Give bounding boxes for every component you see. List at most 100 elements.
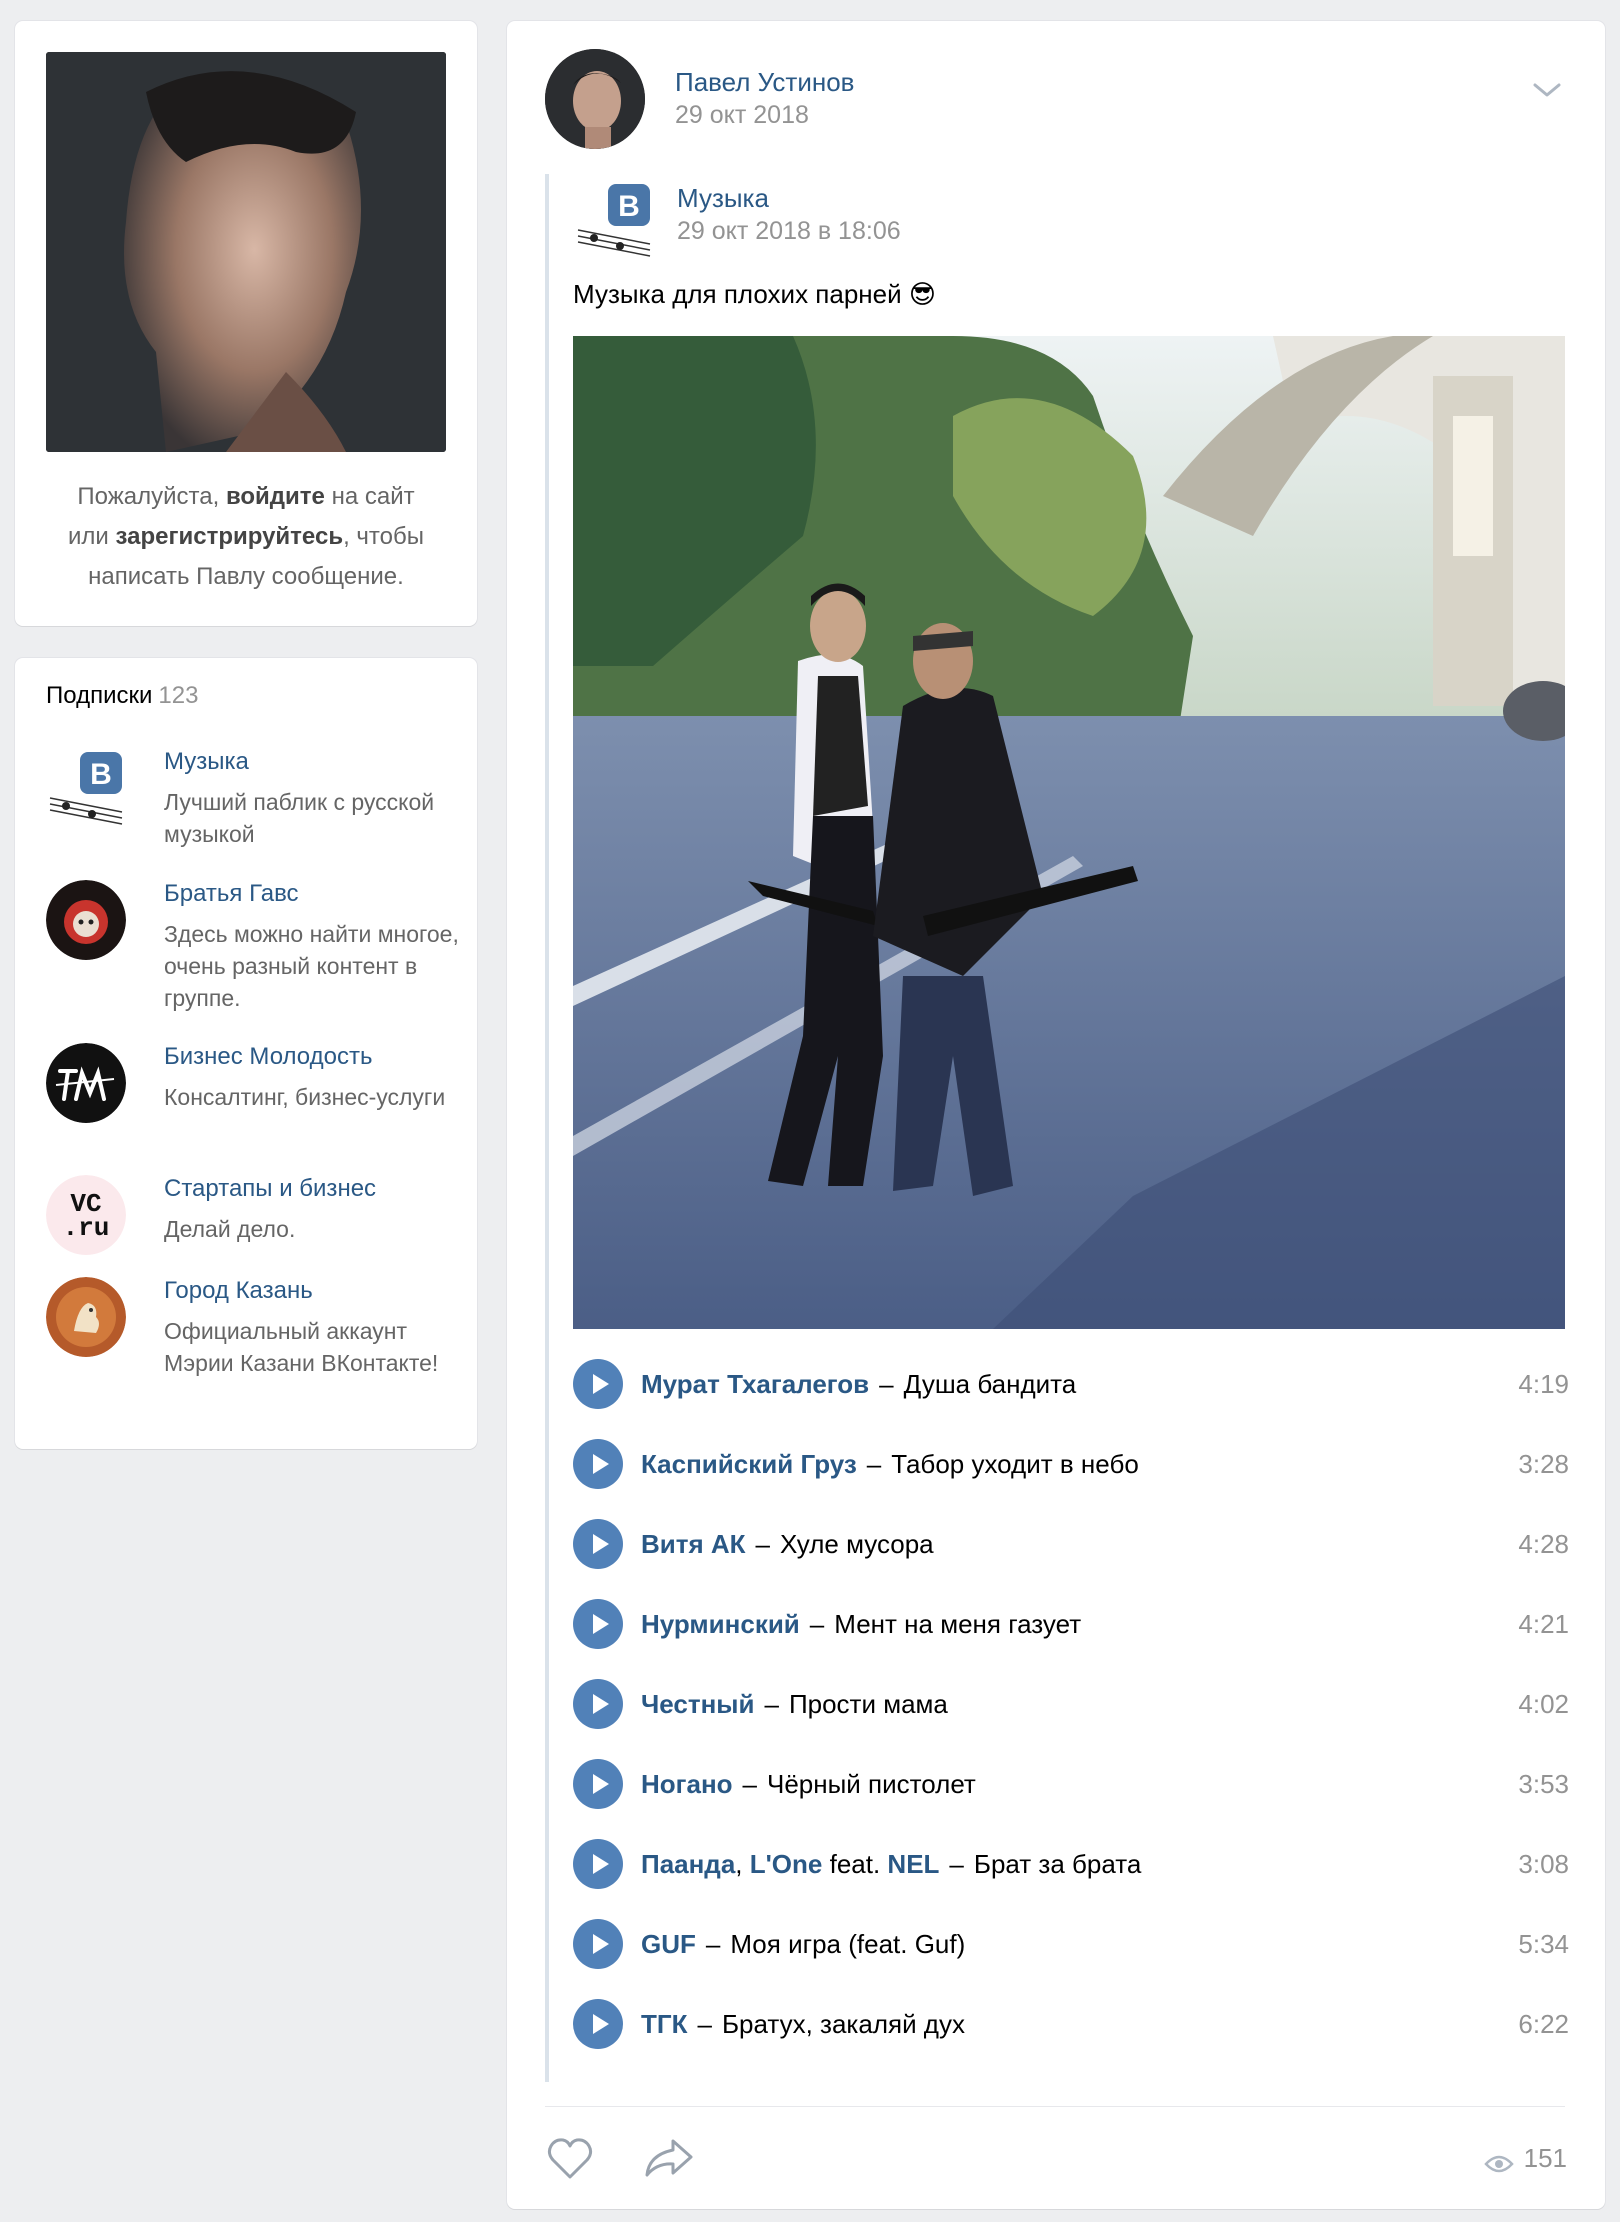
track-artist[interactable]: Честный [641,1689,754,1719]
group-avatar-gorod-kazan[interactable] [46,1277,126,1357]
track-dash: – [866,1449,882,1479]
audio-track[interactable]: Ногано – Чёрный пистолет 3:53 [573,1757,1569,1813]
track-dash: – [764,1689,779,1719]
share-arrow-icon[interactable] [643,2135,697,2181]
audio-track[interactable]: Нурминский – Мент на меня газует 4:21 [573,1597,1569,1653]
play-icon[interactable] [573,1359,623,1409]
track-duration: 5:34 [1518,1929,1569,1959]
profile-photo[interactable] [46,52,446,452]
author-avatar[interactable] [545,49,645,149]
post-date[interactable]: 29 окт 2018 [675,101,809,130]
track-dash: – [949,1849,964,1879]
track-artist[interactable]: Каспийский Груз [641,1449,857,1479]
subscriptions-count: 123 [158,682,199,709]
track-duration: 4:02 [1518,1689,1569,1719]
play-icon[interactable] [573,1599,623,1649]
track-dash: – [705,1929,721,1959]
track-title[interactable]: Прости мама [789,1689,948,1719]
audio-track[interactable]: Честный – Прости мама 4:02 [573,1677,1569,1733]
audio-track[interactable]: GUF – Моя игра (feat. Guf) 5:34 [573,1917,1569,1973]
audio-track[interactable]: Витя АК – Хуле мусора 4:28 [573,1517,1569,1573]
track-artist[interactable]: NEL [887,1849,939,1879]
group-avatar-vc-ru[interactable]: VC .ru [46,1175,126,1255]
track-duration: 6:22 [1518,2009,1569,2039]
hint-text: Пожалуйста, [77,483,226,510]
login-link[interactable]: войдите [226,483,325,510]
subscription-name[interactable]: Стартапы и бизнес [164,1175,376,1203]
audio-track[interactable]: ТГК – Братух, закаляй дух 6:22 [573,1997,1569,2053]
subscription-name[interactable]: Бизнес Молодость [164,1043,372,1071]
play-icon[interactable] [573,1759,623,1809]
track-duration: 4:28 [1518,1529,1569,1559]
track-artist[interactable]: Ногано [641,1769,733,1799]
track-title[interactable]: Душа бандита [904,1369,1077,1399]
chevron-down-icon[interactable] [1527,71,1567,111]
vk-logo-icon[interactable]: B [574,180,654,260]
track-artist[interactable]: GUF [641,1929,696,1959]
track-duration: 4:19 [1518,1369,1569,1399]
track-dash: – [879,1369,894,1399]
repost-group-name[interactable]: Музыка [677,183,769,214]
track-title[interactable]: Табор уходит в небо [891,1449,1139,1479]
track-title[interactable]: Брат за брата [974,1849,1141,1879]
track-title[interactable]: Хуле мусора [780,1529,934,1559]
hint-text: на сайт [324,483,415,510]
track-artist[interactable]: ТГК [641,2009,688,2039]
track-artist[interactable]: Паанда [641,1849,735,1879]
group-avatar-bratya-gavs[interactable] [46,880,126,960]
subscription-desc: Здесь можно найти многое, очень разный к… [164,921,459,1011]
audio-track[interactable]: Каспийский Груз – Табор уходит в небо 3:28 [573,1437,1569,1493]
subscription-desc: Лучший паблик с русской музыкой [164,789,435,847]
track-dash: – [809,1609,825,1639]
audio-track[interactable]: Паанда, L'One feat. NEL – Брат за брата 3:… [573,1837,1569,1893]
subscription-name[interactable]: Город Казань [164,1277,313,1305]
post-actions-divider [545,2106,1565,2107]
subscription-desc: Официальный аккаунт Мэрии Казани ВКонтак… [164,1318,439,1376]
group-avatar-biznes-molodost[interactable] [46,1043,126,1123]
track-duration: 3:53 [1518,1769,1569,1799]
play-icon[interactable] [573,1839,623,1889]
track-artist[interactable]: Нурминский [641,1609,800,1639]
subscription-name[interactable]: Братья Гавс [164,880,299,908]
track-duration: 3:28 [1518,1449,1569,1479]
play-icon[interactable] [573,1679,623,1729]
audio-track[interactable]: Мурат Тхагалегов – Душа бандита 4:19 [573,1357,1569,1413]
track-title[interactable]: Моя игра (feat. Guf) [730,1929,965,1959]
register-link[interactable]: зарегистрируйтесь [116,523,344,550]
track-artist[interactable]: L'One [750,1849,823,1879]
profile-card: Пожалуйста, войдите на сайт или зарегист… [15,21,477,626]
login-hint: Пожалуйста, войдите на сайт или зарегист… [37,477,455,597]
post-card: Павел Устинов 29 окт 2018 B Музыка 29 ок… [507,21,1605,2209]
views-count: 151 [1523,2143,1567,2173]
track-artist[interactable]: Мурат Тхагалегов [641,1369,869,1399]
subscription-desc: Делай дело. [164,1216,296,1242]
subscription-name[interactable]: Музыка [164,748,249,776]
track-dash: – [697,2009,712,2039]
track-artist[interactable]: Витя АК [641,1529,746,1559]
group-avatar-music[interactable]: B [46,748,126,828]
post-author-name[interactable]: Павел Устинов [675,67,855,98]
play-icon[interactable] [573,1439,623,1489]
subscription-desc: Консалтинг, бизнес-услуги [164,1084,446,1110]
repost-date[interactable]: 29 окт 2018 в 18:06 [677,217,901,246]
svg-text:B: B [90,758,112,791]
track-dash: – [742,1769,758,1799]
track-duration: 3:08 [1518,1849,1569,1879]
svg-text:.ru: .ru [63,1213,110,1243]
eye-icon [1483,2150,1514,2173]
post-photo[interactable] [573,336,1565,1329]
track-title[interactable]: Чёрный пистолет [767,1769,976,1799]
play-icon[interactable] [573,1919,623,1969]
track-title[interactable]: Мент на меня газует [834,1609,1081,1639]
hint-text: , чтобы [343,523,424,550]
subscriptions-header[interactable]: Подписки 123 [46,682,198,710]
play-icon[interactable] [573,1999,623,2049]
svg-text:B: B [618,190,640,223]
track-title[interactable]: Братух, закаляй дух [722,2009,965,2039]
track-duration: 4:21 [1518,1609,1569,1639]
heart-icon[interactable] [545,2135,595,2181]
play-icon[interactable] [573,1519,623,1569]
track-dash: – [755,1529,771,1559]
views-counter: 151 [1483,2143,1567,2174]
post-text: Музыка для плохих парней 😎 [573,279,936,309]
